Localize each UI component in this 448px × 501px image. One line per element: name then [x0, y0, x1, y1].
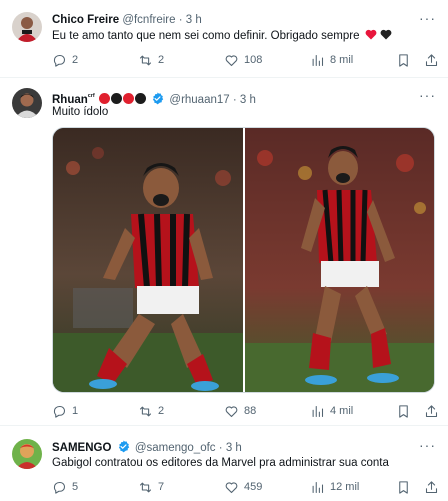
more-options-icon[interactable]: ···: [419, 10, 436, 26]
avatar-samengo[interactable]: [12, 439, 42, 469]
reply-button[interactable]: 2: [52, 52, 78, 68]
timestamp[interactable]: 3 h: [240, 94, 256, 106]
retweet-count: 2: [158, 54, 165, 66]
bookmark-button[interactable]: [396, 52, 411, 68]
reply-icon: [53, 54, 66, 67]
verified-badge-icon[interactable]: [151, 92, 164, 105]
retweet-icon: [139, 55, 152, 65]
tweet-text: Eu te amo tanto que nem sei como definir…: [52, 29, 392, 43]
tweet-actions: 2 2 108 8 mil: [52, 52, 422, 68]
handle[interactable]: @rhuaan17: [169, 94, 229, 106]
retweet-icon: [139, 406, 152, 416]
tweet-header: SAMENGO @samengo_ofc · 3 h: [52, 440, 242, 455]
views-button[interactable]: 4 mil: [310, 403, 353, 419]
reply-count: 2: [72, 54, 79, 66]
timestamp[interactable]: 3 h: [226, 442, 242, 454]
black-circle-icon: [110, 93, 122, 104]
like-icon: [225, 481, 238, 493]
bookmark-button[interactable]: [396, 403, 411, 419]
separator: ·: [178, 14, 183, 26]
reply-count: 1: [72, 405, 79, 417]
reply-count: 5: [72, 481, 79, 493]
bookmark-icon: [399, 404, 408, 418]
share-icon: [425, 480, 438, 493]
like-count: 459: [244, 481, 263, 493]
bookmark-icon: [399, 53, 408, 67]
share-button[interactable]: [424, 52, 439, 68]
share-icon: [425, 53, 438, 66]
red-circle-icon: [122, 93, 134, 104]
black-circle-icon: [134, 93, 146, 104]
timestamp[interactable]: 3 h: [186, 14, 202, 26]
reply-icon: [53, 405, 66, 418]
views-icon: [312, 54, 324, 66]
views-button[interactable]: 8 mil: [310, 52, 353, 68]
media-photo-right[interactable]: [245, 128, 434, 392]
like-button[interactable]: 108: [224, 52, 262, 68]
tweet-text: Muito ídolo: [52, 106, 109, 118]
handle[interactable]: @fcnfreire: [122, 14, 175, 26]
verified-badge-icon[interactable]: [117, 440, 130, 453]
view-count: 4 mil: [330, 405, 354, 417]
like-count: 108: [244, 54, 263, 66]
tweet-samengo[interactable]: SAMENGO @samengo_ofc · 3 h ··· Gabigol c…: [0, 426, 448, 501]
like-icon: [225, 405, 238, 417]
red-circle-icon: [98, 93, 110, 104]
like-button[interactable]: 88: [224, 403, 256, 419]
tweet-actions: 1 2 88 4 mil: [52, 403, 422, 419]
tweet-text: Gabigol contratou os editores da Marvel …: [52, 457, 389, 469]
red-heart-icon: [365, 29, 377, 40]
media-photo-left[interactable]: [53, 128, 243, 392]
display-name[interactable]: Chico Freire: [52, 14, 119, 26]
tweet-media[interactable]: [52, 127, 435, 393]
tweet-actions: 5 7 459 12 mil: [52, 479, 422, 495]
like-count: 88: [244, 405, 257, 417]
bookmark-button[interactable]: [396, 479, 411, 495]
retweet-button[interactable]: 2: [138, 403, 164, 419]
retweet-icon: [139, 482, 152, 492]
views-icon: [312, 481, 324, 493]
retweet-button[interactable]: 2: [138, 52, 164, 68]
views-button[interactable]: 12 mil: [310, 479, 359, 495]
tweet-chico-freire[interactable]: Chico Freire @fcnfreire · 3 h ··· Eu te …: [0, 0, 448, 78]
reply-button[interactable]: 5: [52, 479, 78, 495]
display-name[interactable]: SAMENGO: [52, 442, 111, 454]
tweet-header: Chico Freire @fcnfreire · 3 h: [52, 13, 202, 27]
display-name-suffix: ᶜʳᶠ: [87, 92, 95, 101]
bookmark-icon: [399, 480, 408, 494]
view-count: 12 mil: [330, 481, 360, 493]
share-button[interactable]: [424, 479, 439, 495]
more-options-icon[interactable]: ···: [419, 437, 436, 453]
avatar-chico-freire[interactable]: [12, 12, 42, 42]
reply-icon: [53, 481, 66, 494]
avatar-rhuan[interactable]: [12, 88, 42, 118]
share-button[interactable]: [424, 403, 439, 419]
handle[interactable]: @samengo_ofc: [135, 442, 216, 454]
like-button[interactable]: 459: [224, 479, 262, 495]
like-icon: [225, 54, 238, 66]
retweet-count: 7: [158, 481, 165, 493]
retweet-button[interactable]: 7: [138, 479, 164, 495]
share-icon: [425, 404, 438, 417]
retweet-count: 2: [158, 405, 165, 417]
black-heart-icon: [380, 29, 392, 40]
view-count: 8 mil: [330, 54, 354, 66]
reply-button[interactable]: 1: [52, 403, 78, 419]
more-options-icon[interactable]: ···: [419, 87, 436, 103]
separator: ·: [232, 94, 237, 106]
separator: ·: [218, 442, 223, 454]
tweet-rhuan[interactable]: Rhuanᶜʳᶠ @rhuaan17 · 3 h ··· Muito ídolo: [0, 78, 448, 426]
views-icon: [312, 405, 324, 417]
